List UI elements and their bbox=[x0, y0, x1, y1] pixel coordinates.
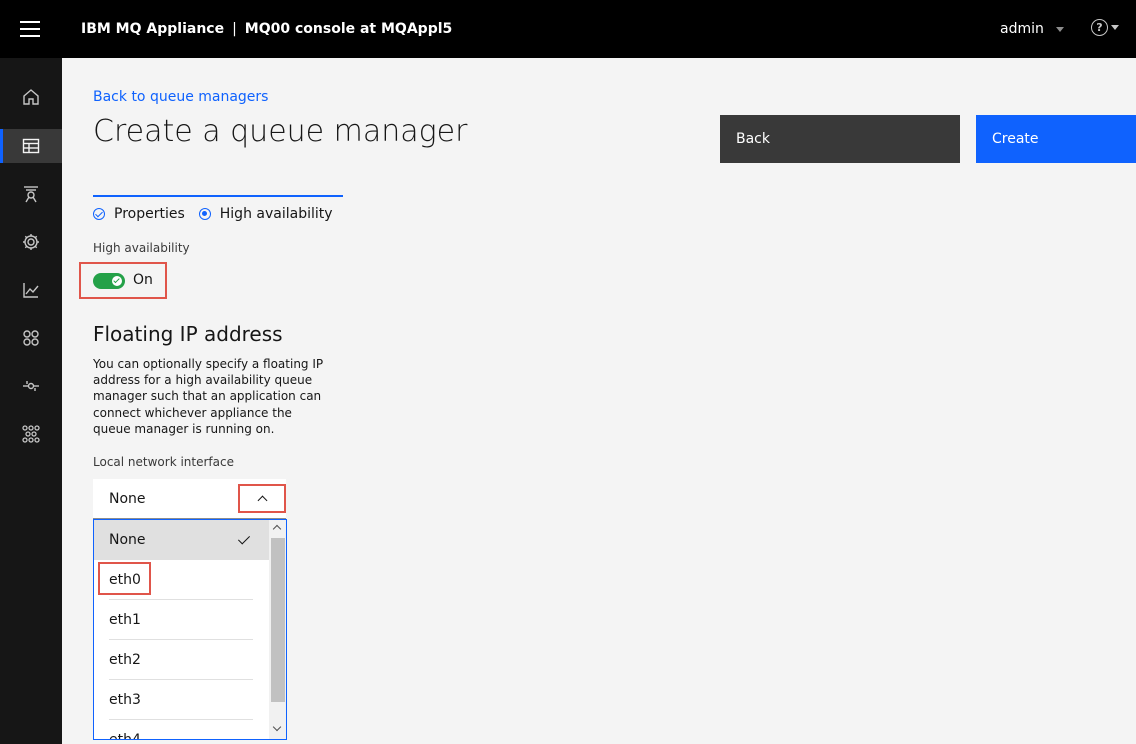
caret-down-icon bbox=[1111, 25, 1119, 30]
chevron-up-icon bbox=[257, 495, 267, 506]
main-content: Back to queue managers Create a queue ma… bbox=[62, 58, 1136, 744]
caret-down-icon bbox=[1055, 26, 1064, 32]
nav-settings[interactable] bbox=[0, 225, 62, 259]
option-eth4[interactable]: eth4 bbox=[94, 720, 269, 740]
nav-queue-managers[interactable] bbox=[0, 129, 62, 163]
gear-icon bbox=[23, 234, 39, 250]
hamburger-menu-icon[interactable] bbox=[20, 21, 40, 37]
option-eth3[interactable]: eth3 bbox=[94, 680, 269, 720]
dropdown-scrollbar[interactable] bbox=[269, 520, 286, 739]
option-eth2[interactable]: eth2 bbox=[94, 640, 269, 680]
scroll-up-icon[interactable] bbox=[272, 524, 282, 534]
progress-bar bbox=[93, 195, 343, 197]
nav-apps[interactable] bbox=[0, 321, 62, 355]
step-properties[interactable]: Properties bbox=[114, 206, 185, 222]
select-dropdown-list: None eth0 eth1 eth2 eth3 eth4 bbox=[93, 519, 287, 740]
progress-indicator: Properties High availability bbox=[93, 206, 333, 222]
back-to-queue-managers-link[interactable]: Back to queue managers bbox=[93, 89, 268, 105]
option-label: eth0 bbox=[109, 572, 141, 588]
side-navigation bbox=[0, 58, 62, 744]
queue-icon bbox=[24, 186, 38, 203]
network-icon bbox=[22, 425, 40, 443]
nav-home[interactable] bbox=[0, 80, 62, 114]
sliders-icon bbox=[23, 381, 39, 391]
option-eth0[interactable]: eth0 bbox=[94, 560, 269, 600]
local-network-interface-select[interactable]: None bbox=[93, 479, 286, 519]
nav-monitoring[interactable] bbox=[0, 273, 62, 307]
checkmark-icon bbox=[237, 532, 251, 545]
floating-ip-description: You can optionally specify a floating IP… bbox=[93, 357, 324, 436]
option-label: eth3 bbox=[109, 692, 141, 708]
option-eth1[interactable]: eth1 bbox=[94, 600, 269, 640]
step-current-icon bbox=[198, 208, 211, 220]
option-none[interactable]: None bbox=[94, 520, 269, 560]
option-label: eth1 bbox=[109, 612, 141, 628]
toggle-state-label: On bbox=[133, 272, 153, 288]
home-icon bbox=[23, 89, 39, 105]
nav-configuration[interactable] bbox=[0, 369, 62, 403]
table-icon bbox=[22, 138, 40, 154]
top-bar: IBM MQ Appliance | MQ00 console at MQAppl5… bbox=[0, 0, 1136, 58]
app-title: IBM MQ Appliance | MQ00 console at MQAppl5 bbox=[81, 21, 452, 37]
option-label: eth2 bbox=[109, 652, 141, 668]
app-name: IBM MQ Appliance bbox=[81, 21, 225, 37]
option-label: eth4 bbox=[109, 732, 141, 740]
apps-icon bbox=[23, 330, 39, 346]
local-network-interface-label: Local network interface bbox=[93, 455, 234, 469]
title-separator: | bbox=[232, 21, 237, 37]
back-button[interactable]: Back bbox=[720, 115, 960, 163]
toggle-check-icon bbox=[112, 276, 122, 286]
high-availability-label: High availability bbox=[93, 241, 190, 255]
option-label: None bbox=[109, 532, 146, 548]
page-title: Create a queue manager bbox=[93, 114, 468, 149]
chart-icon bbox=[23, 283, 39, 298]
help-menu[interactable]: ? bbox=[1091, 19, 1119, 36]
scrollbar-thumb[interactable] bbox=[271, 538, 285, 702]
nav-queues[interactable] bbox=[0, 177, 62, 211]
step-complete-icon bbox=[93, 208, 105, 220]
scroll-down-icon[interactable] bbox=[272, 722, 282, 732]
high-availability-toggle[interactable] bbox=[93, 273, 125, 289]
step-high-availability[interactable]: High availability bbox=[220, 206, 333, 222]
create-button[interactable]: Create bbox=[976, 115, 1136, 163]
select-toggle[interactable] bbox=[238, 484, 286, 513]
select-value: None bbox=[109, 491, 146, 507]
user-menu[interactable]: admin bbox=[1000, 21, 1064, 37]
floating-ip-title: Floating IP address bbox=[93, 322, 283, 346]
console-title: MQ00 console at MQAppl5 bbox=[244, 21, 453, 37]
user-name: admin bbox=[1000, 21, 1044, 37]
nav-network[interactable] bbox=[0, 417, 62, 451]
help-icon: ? bbox=[1091, 19, 1108, 36]
